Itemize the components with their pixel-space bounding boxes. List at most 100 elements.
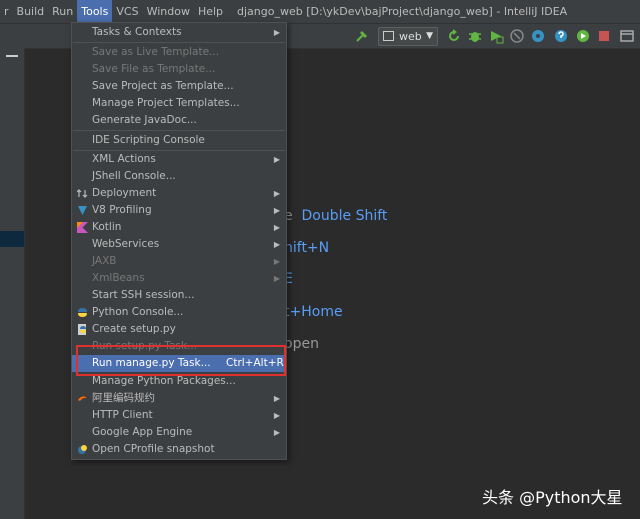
menu-item-label: Save Project as Template... — [92, 80, 234, 92]
submenu-arrow-icon: ▶ — [273, 28, 280, 37]
deployment-icon — [77, 189, 88, 198]
menu-item-label: XmlBeans — [92, 272, 145, 284]
cprofile-icon — [78, 445, 87, 454]
collapse-icon[interactable] — [6, 55, 18, 57]
menu-item-label: JShell Console... — [92, 170, 176, 182]
menu-item-xmlbeans[interactable]: XmlBeans ▶ — [72, 270, 286, 287]
layout-icon[interactable] — [619, 28, 635, 44]
chevron-down-icon: ▼ — [426, 31, 433, 41]
submenu-arrow-icon: ▶ — [273, 206, 280, 215]
selected-tree-row[interactable] — [0, 231, 24, 247]
submenu-arrow-icon: ▶ — [273, 428, 280, 437]
submenu-arrow-icon: ▶ — [273, 223, 280, 232]
menu-item-label: JAXB — [92, 255, 117, 267]
menu-item-save-live-template[interactable]: Save as Live Template... — [72, 44, 286, 61]
menu-item-save-file-template[interactable]: Save File as Template... — [72, 61, 286, 78]
menu-separator — [73, 130, 285, 131]
alibaba-icon — [78, 396, 87, 401]
menu-item-label: 阿里编码规约 — [92, 392, 155, 404]
menu-separator — [73, 42, 285, 43]
run-configuration-label: web — [399, 30, 422, 43]
submenu-arrow-icon: ▶ — [273, 394, 280, 403]
profile-icon[interactable] — [509, 28, 525, 44]
menu-item-alibaba-coding-guidelines[interactable]: 阿里编码规约 ▶ — [72, 390, 286, 407]
menu-item-webservices[interactable]: WebServices ▶ — [72, 236, 286, 253]
menu-tools[interactable]: Tools — [77, 0, 113, 23]
config-icon — [383, 31, 394, 41]
menu-item-run-manage-py-task[interactable]: Run manage.py Task... Ctrl+Alt+R — [72, 355, 286, 372]
bug-icon[interactable] — [467, 28, 483, 44]
python-icon — [78, 308, 87, 317]
menu-bar: r Build Run Tools VCS Window Help django… — [0, 0, 640, 23]
submenu-arrow-icon: ▶ — [273, 274, 280, 283]
menu-item-create-setup-py[interactable]: Create setup.py — [72, 321, 286, 338]
menu-item-manage-python-packages[interactable]: Manage Python Packages... — [72, 373, 286, 390]
menu-item-google-app-engine[interactable]: Google App Engine ▶ — [72, 424, 286, 441]
project-tool-window — [0, 48, 25, 519]
menu-item-generate-javadoc[interactable]: Generate JavaDoc... — [72, 112, 286, 129]
menu-item-label: Tasks & Contexts — [92, 26, 182, 38]
stop-icon[interactable] — [596, 28, 612, 44]
python-file-icon — [78, 324, 86, 335]
play-icon[interactable] — [575, 28, 591, 44]
menu-item-http-client[interactable]: HTTP Client ▶ — [72, 407, 286, 424]
menu-item-manage-project-templates[interactable]: Manage Project Templates... — [72, 95, 286, 112]
menu-run[interactable]: Run — [48, 0, 77, 23]
menu-item-start-ssh-session[interactable]: Start SSH session... — [72, 287, 286, 304]
menu-item-save-project-template[interactable]: Save Project as Template... — [72, 78, 286, 95]
v8-icon — [78, 206, 87, 215]
menu-item-label: Run manage.py Task... — [92, 357, 211, 369]
menu-item-label: Save as Live Template... — [92, 46, 220, 58]
watermark-text: 头条 @Python大星 — [482, 488, 623, 507]
hint-navigation-bar: t+Home — [284, 304, 343, 320]
submenu-arrow-icon: ▶ — [273, 411, 280, 420]
coverage-icon[interactable] — [488, 28, 504, 44]
menu-item-label: Python Console... — [92, 306, 184, 318]
run-configuration-select[interactable]: web ▼ — [378, 27, 438, 46]
menu-item-shortcut: Ctrl+Alt+R — [226, 357, 284, 369]
menu-item-label: WebServices — [92, 238, 160, 250]
submenu-arrow-icon: ▶ — [273, 257, 280, 266]
hammer-icon[interactable] — [354, 28, 370, 44]
menu-item-tasks-contexts[interactable]: Tasks & Contexts ▶ — [72, 24, 286, 41]
menu-build[interactable]: Build — [13, 0, 49, 23]
menu-item-deployment[interactable]: Deployment ▶ — [72, 185, 286, 202]
menu-item-jshell-console[interactable]: JShell Console... — [72, 168, 286, 185]
menu-vcs[interactable]: VCS — [112, 0, 142, 23]
menu-item-label: Manage Python Packages... — [92, 375, 236, 387]
menu-run-partial[interactable]: r — [0, 0, 13, 23]
menu-item-label: Create setup.py — [92, 323, 176, 335]
menu-item-label: Start SSH session... — [92, 289, 195, 301]
menu-item-label: Google App Engine — [92, 426, 193, 438]
submenu-arrow-icon: ▶ — [273, 189, 280, 198]
menu-item-kotlin[interactable]: Kotlin ▶ — [72, 219, 286, 236]
menu-item-label: V8 Profiling — [92, 204, 152, 216]
menu-item-label: HTTP Client — [92, 409, 153, 421]
menu-item-xml-actions[interactable]: XML Actions ▶ — [72, 151, 286, 168]
menu-window[interactable]: Window — [143, 0, 194, 23]
menu-item-label: Kotlin — [92, 221, 122, 233]
menu-item-label: Deployment — [92, 187, 157, 199]
hint-double-shift: Double Shift — [301, 208, 388, 224]
menu-item-ide-scripting-console[interactable]: IDE Scripting Console — [72, 132, 286, 149]
help-icon[interactable] — [553, 28, 569, 44]
menu-item-label: Save File as Template... — [92, 63, 216, 75]
kotlin-icon — [77, 222, 88, 233]
menu-item-open-cprofile-snapshot[interactable]: Open CProfile snapshot — [72, 441, 286, 458]
rerun-icon[interactable] — [446, 28, 462, 44]
settings-icon[interactable] — [530, 28, 546, 44]
menu-item-label: XML Actions — [92, 153, 156, 165]
menu-item-python-console[interactable]: Python Console... — [72, 304, 286, 321]
tools-menu: Tasks & Contexts ▶ Save as Live Template… — [71, 22, 287, 460]
menu-item-jaxb[interactable]: JAXB ▶ — [72, 253, 286, 270]
menu-item-run-setup-py-task[interactable]: Run setup.py Task... — [72, 338, 286, 355]
menu-item-label: IDE Scripting Console — [92, 134, 205, 146]
menu-help[interactable]: Help — [194, 0, 227, 23]
submenu-arrow-icon: ▶ — [273, 240, 280, 249]
hint-drop-files: open — [284, 336, 319, 352]
menu-item-label: Run setup.py Task... — [92, 340, 198, 352]
hint-search-everywhere: e Double Shift — [284, 208, 387, 224]
menu-item-label: Manage Project Templates... — [92, 97, 240, 109]
window-title: django_web [D:\ykDev\bajProject\django_w… — [237, 5, 568, 18]
menu-item-v8-profiling[interactable]: V8 Profiling ▶ — [72, 202, 286, 219]
